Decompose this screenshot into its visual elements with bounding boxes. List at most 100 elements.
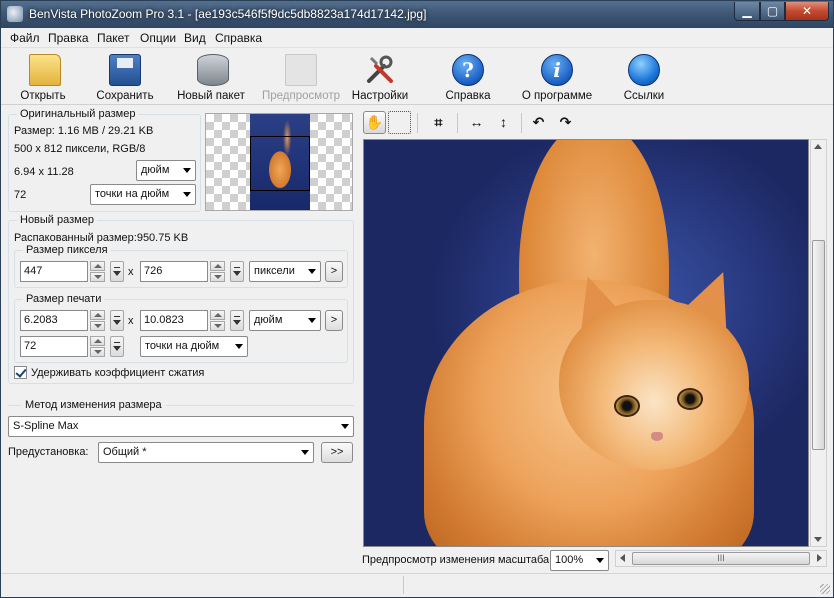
about-label: О программе [521, 90, 593, 102]
rotate-right-icon[interactable]: ↷ [554, 111, 577, 134]
height-px-spinner[interactable] [210, 261, 225, 282]
keep-ratio-checkbox[interactable] [14, 366, 27, 379]
tools-icon [367, 55, 393, 83]
chevron-down-icon [596, 558, 604, 563]
width-px-input[interactable]: 447 [20, 261, 88, 282]
menu-options[interactable]: Опции [140, 31, 176, 45]
original-pixel-size: 500 x 812 пиксели, RGB/8 [14, 143, 146, 155]
resolution-input[interactable]: 72 [20, 336, 88, 357]
preview-image-icon [285, 54, 317, 86]
method-title: Метод изменения размера [21, 399, 166, 411]
times-sign: x [128, 266, 134, 278]
view-frame[interactable] [250, 136, 310, 191]
times-sign: x [128, 315, 134, 327]
save-label: Сохранить [96, 90, 154, 102]
database-icon [197, 54, 229, 86]
original-resolution: 72 [14, 189, 27, 201]
preview-button[interactable]: Предпросмотр [259, 52, 343, 104]
horizontal-scroll-thumb[interactable]: III [632, 552, 810, 565]
hand-tool-icon[interactable]: ✋ [363, 111, 386, 134]
height-px-input[interactable]: 726 [140, 261, 208, 282]
preset-value: Общий * [103, 446, 147, 458]
width-px-dropdown[interactable] [110, 261, 124, 282]
preview-label: Предпросмотр [262, 90, 340, 102]
scroll-right-icon[interactable] [817, 554, 822, 562]
menu-bar: Файл Правка Пакет Опции Вид Справка [1, 28, 833, 48]
original-resolution-unit-value: точки на дюйм [95, 188, 170, 200]
width-in-dropdown[interactable] [110, 310, 124, 331]
title-bar: BenVista PhotoZoom Pro 3.1 - [ae193c546f… [1, 1, 833, 28]
zoom-label: Предпросмотр изменения масштаба: [362, 554, 553, 566]
window-title: BenVista PhotoZoom Pro 3.1 - [ae193c546f… [29, 7, 427, 21]
minimize-button[interactable]: ▁ [734, 2, 760, 21]
print-unit-select[interactable]: дюйм [249, 310, 321, 331]
close-button[interactable]: ✕ [785, 2, 829, 21]
original-unit-value: дюйм [141, 164, 170, 176]
resize-grip-icon[interactable] [820, 584, 830, 594]
about-button[interactable]: i О программе [517, 52, 597, 104]
print-unit-value: дюйм [254, 314, 283, 326]
height-px-dropdown[interactable] [230, 261, 244, 282]
settings-label: Настройки [351, 90, 409, 102]
image-preview[interactable] [363, 139, 809, 547]
preset-select[interactable]: Общий * [98, 442, 314, 463]
chevron-down-icon [183, 192, 191, 197]
links-label: Ссылки [623, 90, 665, 102]
resolution-spinner[interactable] [90, 336, 105, 357]
navigator-thumbnail[interactable] [205, 113, 353, 211]
scroll-down-icon[interactable] [814, 537, 822, 542]
width-in-input[interactable]: 6.2083 [20, 310, 88, 331]
menu-help[interactable]: Справка [215, 31, 262, 45]
scroll-up-icon[interactable] [814, 144, 822, 149]
floppy-disk-icon [109, 54, 141, 86]
menu-edit[interactable]: Правка [48, 31, 89, 45]
width-in-spinner[interactable] [90, 310, 105, 331]
original-unit-select[interactable]: дюйм [136, 160, 196, 181]
flip-horizontal-icon[interactable]: ↔ [465, 111, 488, 134]
unpacked-size: Распакованный размер:950.75 KB [14, 232, 189, 244]
height-in-input[interactable]: 10.0823 [140, 310, 208, 331]
resolution-unit-select[interactable]: точки на дюйм [140, 336, 248, 357]
menu-file[interactable]: Файл [10, 31, 40, 45]
select-tool-icon[interactable] [388, 111, 411, 134]
view-toolbar: ✋ ⌗ ↔ ↕ ↶ ↷ [361, 109, 833, 137]
zoom-select[interactable]: 100% [550, 550, 609, 571]
chevron-down-icon [183, 168, 191, 173]
print-size-more-button[interactable]: > [325, 310, 343, 331]
original-file-size: Размер: 1.16 MB / 29.21 KB [14, 125, 154, 137]
keep-ratio-label: Удерживать коэффициент сжатия [31, 367, 205, 379]
links-button[interactable]: Ссылки [613, 52, 675, 104]
height-in-dropdown[interactable] [230, 310, 244, 331]
method-select[interactable]: S-Spline Max [8, 416, 354, 437]
preset-more-button[interactable]: >> [321, 442, 353, 463]
scroll-left-icon[interactable] [620, 554, 625, 562]
pixel-size-more-button[interactable]: > [325, 261, 343, 282]
vertical-scroll-thumb[interactable] [812, 240, 825, 450]
vertical-scrollbar[interactable] [810, 139, 827, 547]
settings-button[interactable]: Настройки [347, 52, 413, 104]
original-resolution-unit-select[interactable]: точки на дюйм [90, 184, 196, 205]
help-button[interactable]: ? Справка [435, 52, 501, 104]
maximize-button[interactable]: ▢ [760, 2, 785, 21]
flip-vertical-icon[interactable]: ↕ [492, 111, 515, 134]
save-button[interactable]: Сохранить [89, 52, 161, 104]
print-size-title: Размер печати [23, 293, 105, 305]
chevron-down-icon [301, 450, 309, 455]
menu-view[interactable]: Вид [184, 31, 206, 45]
resolution-dropdown[interactable] [110, 336, 124, 357]
new-batch-label: Новый пакет [177, 90, 245, 102]
menu-batch[interactable]: Пакет [97, 31, 129, 45]
pixel-unit-select[interactable]: пиксели [249, 261, 321, 282]
height-in-spinner[interactable] [210, 310, 225, 331]
horizontal-scrollbar[interactable]: III [615, 550, 827, 567]
new-batch-button[interactable]: Новый пакет [171, 52, 251, 104]
new-size-title: Новый размер [17, 214, 97, 226]
folder-icon [29, 54, 61, 86]
rotate-left-icon[interactable]: ↶ [527, 111, 550, 134]
width-px-spinner[interactable] [90, 261, 105, 282]
original-print-size: 6.94 x 11.28 [14, 166, 74, 178]
app-icon [7, 6, 23, 22]
crop-icon[interactable]: ⌗ [427, 111, 450, 134]
open-button[interactable]: Открыть [7, 52, 79, 104]
cat-eye [614, 395, 640, 417]
